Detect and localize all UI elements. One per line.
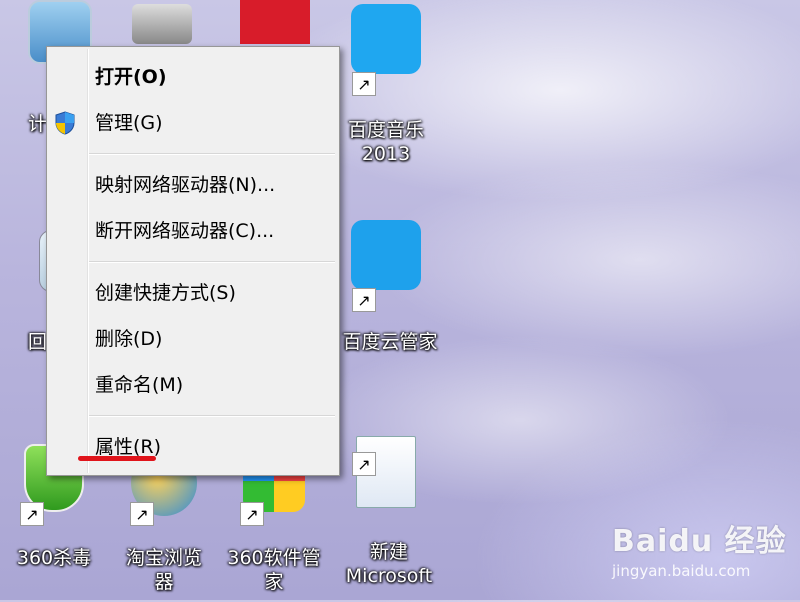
menu-item-label: 重命名(M) [95,374,184,396]
menu-item-label: 映射网络驱动器(N)... [95,174,276,196]
shortcut-arrow-icon: ↗ [352,72,376,96]
uac-shield-icon [55,111,75,135]
shortcut-arrow-icon: ↗ [352,452,376,476]
desktop-icon-label: 新建 Microsoft [345,541,433,587]
menu-item-rename[interactable]: 重命名(M) [49,365,337,403]
baidu-jingyan-watermark: Baidu 经验 jingyan.baidu.com [612,516,787,580]
watermark-main-text: Baidu 经验 [612,524,787,559]
desktop-icon-label: 360杀毒 [16,547,92,569]
context-menu: 打开(O) 管理(G) 映射网络驱动器(N)... 断开网络驱动器(C)... … [46,46,340,476]
cloud-icon [351,220,421,290]
menu-item-open[interactable]: 打开(O) [49,57,337,95]
menu-separator [89,415,335,417]
shortcut-arrow-icon: ↗ [20,502,44,526]
menu-separator [89,261,335,263]
red-underline-annotation [78,456,156,461]
desktop-icon-baidu-cloud[interactable]: ↗ 百度云管家 [340,218,438,368]
tools-icon [132,4,192,44]
shortcut-arrow-icon: ↗ [352,288,376,312]
desktop-icon-label: 百度云管家 [342,331,438,353]
desktop-icon-baidu-music[interactable]: ↗ 百度音乐 2013 [340,0,432,180]
menu-item-create-shortcut[interactable]: 创建快捷方式(S) [49,273,337,311]
shortcut-arrow-icon: ↗ [240,502,264,526]
desktop-icon-label: 淘宝浏览器 [125,547,202,593]
menu-item-label: 断开网络驱动器(C)... [95,220,275,242]
menu-item-label: 删除(D) [95,328,163,350]
menu-item-disconnect-network-drive[interactable]: 断开网络驱动器(C)... [49,211,337,249]
menu-item-label: 管理(G) [95,112,163,134]
desktop-icon-label: 百度音乐 2013 [347,119,424,165]
menu-item-map-network-drive[interactable]: 映射网络驱动器(N)... [49,165,337,203]
red-app-icon [240,0,310,44]
menu-item-delete[interactable]: 删除(D) [49,319,337,357]
desktop-icon-label: 360软件管家 [227,547,321,593]
menu-separator [89,153,335,155]
shortcut-arrow-icon: ↗ [130,502,154,526]
menu-item-label: 创建快捷方式(S) [95,282,236,304]
watermark-url: jingyan.baidu.com [612,562,751,580]
menu-item-manage[interactable]: 管理(G) [49,103,337,141]
music-icon [351,4,421,74]
menu-item-label: 打开(O) [95,66,167,88]
desktop-icon-new-word-document[interactable]: ↗ 新建 Microsoft [340,432,432,602]
